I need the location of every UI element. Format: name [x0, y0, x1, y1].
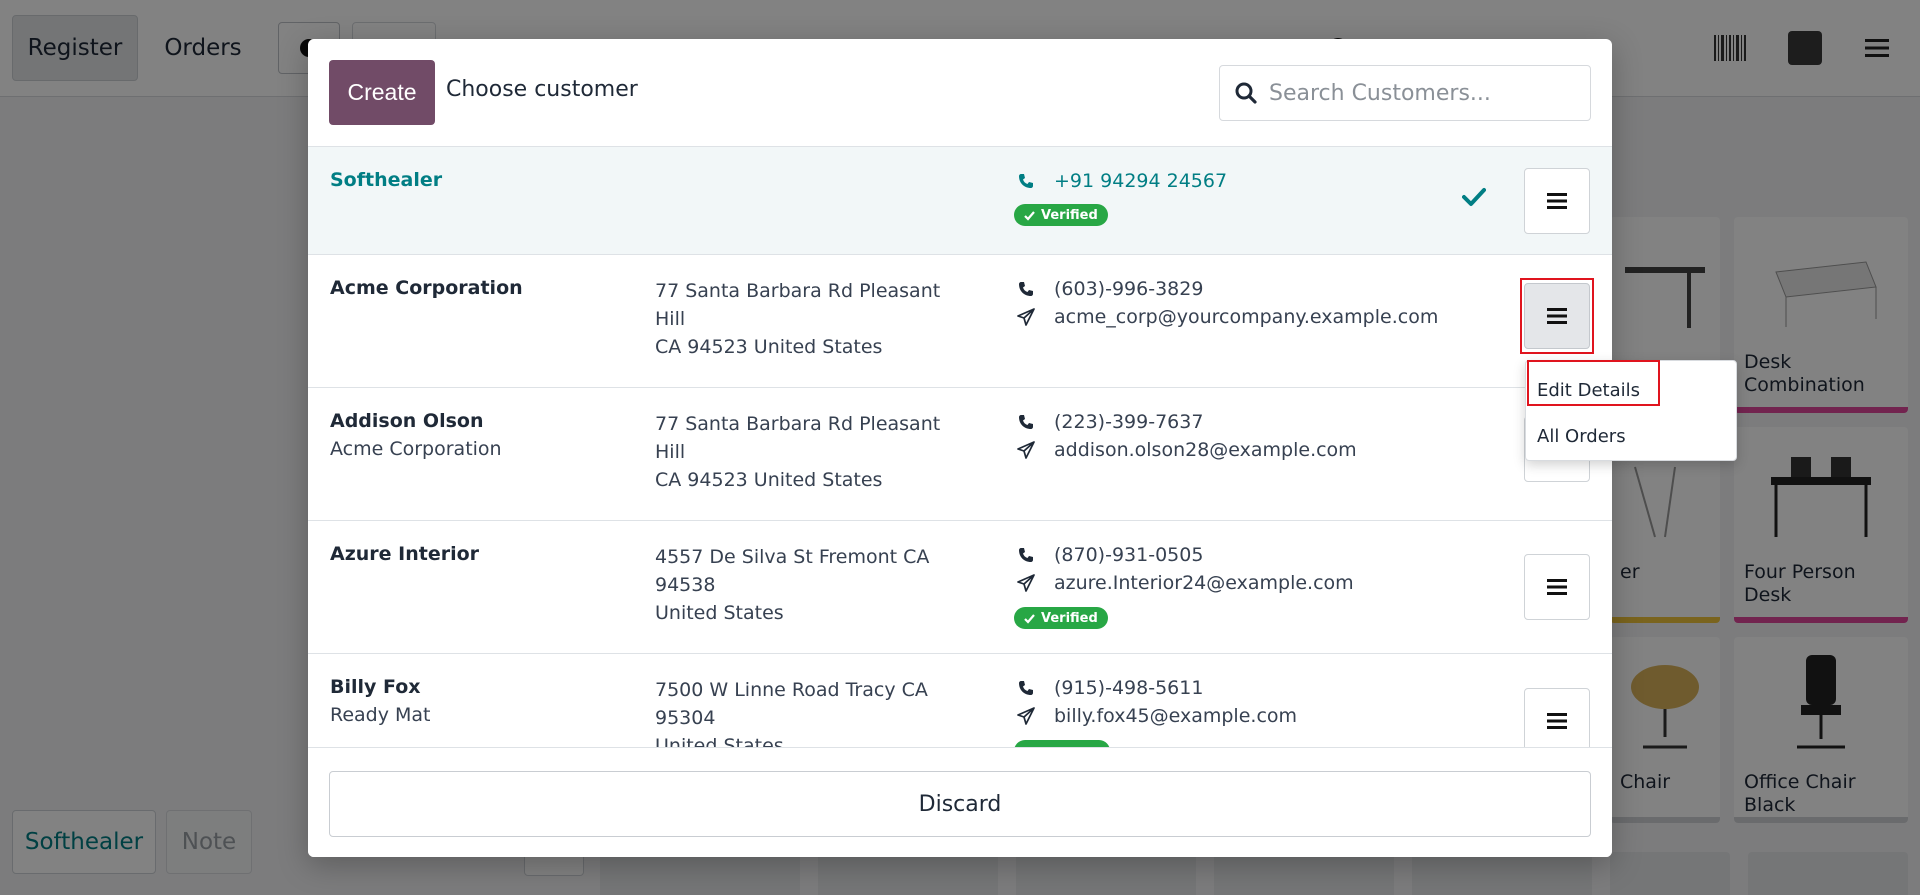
customer-email: acme_corp@yourcompany.example.com [1016, 306, 1438, 328]
phone-icon [1016, 279, 1036, 299]
customer-address: 7500 W Linne Road Tracy CA 95304 United … [655, 679, 928, 747]
search-icon [1235, 82, 1257, 104]
dialog-header: Create Choose customer [308, 39, 1612, 147]
phone-icon [1016, 412, 1036, 432]
customer-company: Ready Mat [330, 704, 431, 726]
phone-icon [1016, 678, 1036, 698]
customer-address: 4557 De Silva St Fremont CA 94538 United… [655, 546, 930, 624]
customer-email: azure.Interior24@example.com [1016, 572, 1354, 594]
paper-plane-icon [1016, 573, 1036, 593]
customer-phone: (870)-931-0505 [1016, 544, 1203, 566]
customer-name: Softhealer [330, 169, 443, 191]
customer-row[interactable]: Billy Fox Ready Mat 7500 W Linne Road Tr… [308, 654, 1612, 747]
customer-phone: (603)-996-3829 [1016, 278, 1203, 300]
phone-icon [1016, 545, 1036, 565]
verified-badge: Verified [1014, 204, 1108, 226]
paper-plane-icon [1016, 307, 1036, 327]
edit-details-menu-item[interactable]: Edit Details [1526, 367, 1736, 413]
customer-row[interactable]: Azure Interior 4557 De Silva St Fremont … [308, 521, 1612, 654]
customer-email: addison.olson28@example.com [1016, 439, 1357, 461]
customer-menu-button[interactable] [1524, 554, 1590, 620]
customer-row[interactable]: Addison Olson Acme Corporation 77 Santa … [308, 388, 1612, 521]
customer-email: billy.fox45@example.com [1016, 705, 1297, 727]
all-orders-menu-item[interactable]: All Orders [1526, 413, 1736, 459]
customer-name: Billy Fox [330, 676, 421, 698]
customer-company: Acme Corporation [330, 438, 502, 460]
customer-phone: (915)-498-5611 [1016, 677, 1203, 699]
customer-menu-button[interactable] [1524, 168, 1590, 234]
customer-row[interactable]: Acme Corporation 77 Santa Barbara Rd Ple… [308, 255, 1612, 388]
customer-phone: (223)-399-7637 [1016, 411, 1203, 433]
customer-menu-button[interactable] [1524, 283, 1590, 349]
phone-icon [1016, 171, 1036, 191]
hamburger-icon [1547, 308, 1567, 324]
customer-address: 77 Santa Barbara Rd Pleasant Hill CA 945… [655, 280, 941, 358]
create-button[interactable]: Create [329, 60, 435, 125]
customer-list: Softhealer +91 94294 24567 Verified Acme… [308, 147, 1612, 747]
hamburger-icon [1547, 193, 1567, 209]
customer-dialog: Create Choose customer Softhealer +91 94… [308, 39, 1612, 857]
dialog-title: Choose customer [446, 77, 638, 102]
check-icon [1024, 210, 1035, 221]
hamburger-icon [1547, 713, 1567, 729]
paper-plane-icon [1016, 440, 1036, 460]
check-icon [1024, 613, 1035, 624]
customer-actions-dropdown: Edit Details All Orders [1525, 360, 1737, 461]
hamburger-icon [1547, 579, 1567, 595]
customer-menu-button[interactable] [1524, 688, 1590, 747]
paper-plane-icon [1016, 706, 1036, 726]
search-box[interactable] [1219, 65, 1591, 121]
search-input[interactable] [1269, 80, 1569, 106]
verified-badge: Verified [1014, 607, 1108, 629]
customer-address: 77 Santa Barbara Rd Pleasant Hill CA 945… [655, 413, 941, 491]
customer-name: Azure Interior [330, 543, 480, 565]
customer-phone: +91 94294 24567 [1016, 170, 1227, 192]
discard-button[interactable]: Discard [329, 771, 1591, 837]
dialog-footer: Discard [308, 747, 1612, 857]
customer-name: Acme Corporation [330, 277, 523, 299]
customer-name: Addison Olson [330, 410, 484, 432]
customer-row[interactable]: Softhealer +91 94294 24567 Verified [308, 147, 1612, 255]
selected-check-icon [1462, 187, 1486, 211]
verified-badge-partial [1014, 740, 1110, 747]
